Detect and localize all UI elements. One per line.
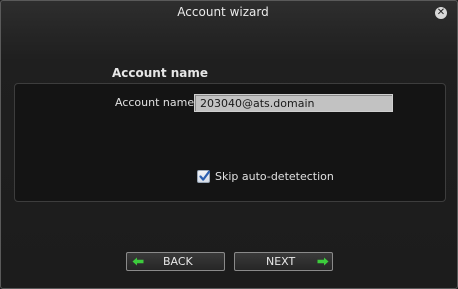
skip-auto-detection-option[interactable]: Skip auto-detetection: [197, 169, 334, 183]
window-title: Account wizard: [177, 5, 269, 19]
account-wizard-window: Account wizard ✕ Account name Account na…: [0, 0, 458, 289]
back-button[interactable]: BACK: [126, 252, 225, 271]
next-button-label: NEXT: [266, 255, 296, 268]
next-button[interactable]: NEXT: [234, 252, 333, 271]
arrow-left-icon: [132, 257, 144, 266]
checkmark-icon: [199, 170, 211, 181]
close-icon[interactable]: ✕: [435, 7, 447, 19]
back-button-label: BACK: [163, 255, 193, 268]
skip-auto-detection-checkbox[interactable]: [197, 169, 211, 183]
title-bar[interactable]: Account wizard ✕: [1, 1, 457, 27]
account-name-input[interactable]: [194, 94, 393, 112]
arrow-right-icon: [317, 257, 329, 266]
section-heading: Account name: [112, 66, 209, 80]
skip-auto-detection-label: Skip auto-detetection: [215, 169, 334, 183]
account-name-label: Account name: [115, 96, 195, 109]
